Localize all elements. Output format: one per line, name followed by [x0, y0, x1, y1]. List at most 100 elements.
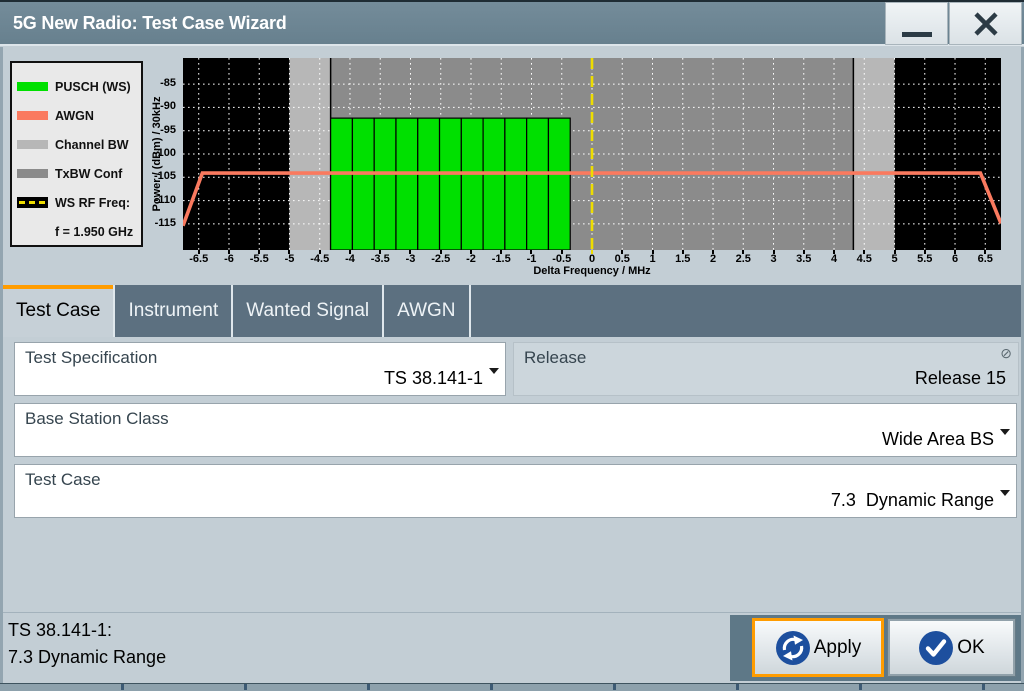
x-tick-label: 0.5 [605, 253, 639, 265]
x-tick-mark [591, 250, 593, 254]
legend-swatch-icon [17, 111, 48, 120]
x-tick-mark [742, 250, 744, 254]
x-tick-label: 3.5 [787, 253, 821, 265]
x-tick-mark [530, 250, 532, 254]
x-tick-label: -6.5 [182, 253, 216, 265]
test-case-dropdown[interactable]: Test Case 7.3 Dynamic Range [14, 464, 1017, 518]
ok-button-label: OK [957, 637, 984, 659]
x-tick-label: -0.5 [545, 253, 579, 265]
x-tick-label: -1 [514, 253, 548, 265]
title-bar: 5G New Radio: Test Case Wizard [0, 0, 1024, 46]
ok-button[interactable]: OK [888, 619, 1015, 676]
x-tick-label: -5.5 [242, 253, 276, 265]
base-station-class-label: Base Station Class [25, 409, 169, 429]
softkey-separator [736, 684, 739, 690]
x-tick-mark [682, 250, 684, 254]
window-title: 5G New Radio: Test Case Wizard [13, 2, 287, 44]
x-tick-label: -3.5 [363, 253, 397, 265]
footer-separator [0, 612, 1024, 613]
legend-item: WS RF Freq: [12, 188, 141, 217]
test-specification-label: Test Specification [25, 348, 157, 368]
chart-legend: PUSCH (WS) AWGN Channel BW TxBW Conf WS RF F… [10, 61, 143, 247]
legend-rf-frequency: f = 1.950 GHz [12, 217, 141, 246]
tab-instrument[interactable]: Instrument [115, 285, 233, 337]
legend-item: TxBW Conf [12, 159, 141, 188]
x-tick-label: -2 [454, 253, 488, 265]
x-tick-mark [803, 250, 805, 254]
x-tick-label: 2 [696, 253, 730, 265]
x-tick-label: -3 [393, 253, 427, 265]
readonly-icon: ⊘ [1000, 345, 1012, 362]
x-tick-mark [440, 250, 442, 254]
window-edge-left [0, 47, 3, 683]
x-tick-label: -5 [272, 253, 306, 265]
x-axis-title: Delta Frequency / MHz [492, 265, 692, 277]
test-case-value: 7.3 Dynamic Range [831, 490, 994, 511]
apply-button[interactable]: Apply [752, 618, 884, 677]
x-tick-label: 3 [757, 253, 791, 265]
legend-swatch-icon [17, 82, 48, 91]
x-tick-label: 6 [938, 253, 972, 265]
x-tick-mark [954, 250, 956, 254]
x-tick-label: 5 [878, 253, 912, 265]
x-tick-label: -4 [333, 253, 367, 265]
x-tick-label: 1 [636, 253, 670, 265]
rf-frequency-value: f = 1.950 GHz [55, 225, 133, 239]
y-tick-label: -115 [132, 217, 176, 229]
test-specification-dropdown[interactable]: Test Specification TS 38.141-1 [14, 342, 506, 396]
close-button[interactable] [949, 2, 1022, 45]
base-station-class-dropdown[interactable]: Base Station Class Wide Area BS [14, 403, 1017, 457]
x-tick-mark [863, 250, 865, 254]
x-tick-mark [621, 250, 623, 254]
x-tick-mark [349, 250, 351, 254]
apply-button-label: Apply [814, 637, 862, 659]
x-tick-mark [198, 250, 200, 254]
x-tick-label: 4 [817, 253, 851, 265]
release-field: Release Release 15 ⊘ [513, 342, 1019, 396]
x-tick-mark [712, 250, 714, 254]
y-tick-label: -90 [132, 100, 176, 112]
chevron-down-icon [1000, 490, 1010, 496]
softkey-separator [859, 684, 862, 690]
x-tick-mark [500, 250, 502, 254]
y-tick-label: -100 [132, 147, 176, 159]
x-tick-label: -6 [212, 253, 246, 265]
minimize-button[interactable] [885, 2, 948, 45]
x-tick-mark [319, 250, 321, 254]
tab-awgn[interactable]: AWGN [384, 285, 470, 337]
softkey-separator [982, 684, 985, 690]
legend-item: AWGN [12, 101, 141, 130]
tab-test-case[interactable]: Test Case [3, 285, 115, 337]
y-tick-label: -110 [132, 194, 176, 206]
spectrum-plot [183, 58, 1001, 250]
x-tick-mark [288, 250, 290, 254]
legend-swatch-icon [17, 197, 48, 208]
softkey-separator [613, 684, 616, 690]
x-tick-mark [833, 250, 835, 254]
chevron-down-icon [1000, 429, 1010, 435]
apply-refresh-icon [775, 630, 811, 666]
legend-items: PUSCH (WS) AWGN Channel BW TxBW Conf WS RF F… [12, 72, 141, 217]
x-tick-mark [379, 250, 381, 254]
x-tick-mark [228, 250, 230, 254]
x-tick-label: 2.5 [726, 253, 760, 265]
y-tick-label: -105 [132, 170, 176, 182]
y-tick-label: -95 [132, 124, 176, 136]
x-tick-label: 0 [575, 253, 609, 265]
x-tick-mark [652, 250, 654, 254]
legend-item-label: Channel BW [55, 138, 129, 152]
legend-swatch-icon [17, 140, 48, 149]
x-tick-label: 5.5 [908, 253, 942, 265]
close-icon [972, 10, 1000, 38]
chevron-down-icon [489, 368, 499, 374]
legend-item-label: WS RF Freq: [55, 196, 130, 210]
tab-wanted-signal[interactable]: Wanted Signal [233, 285, 384, 337]
x-tick-mark [894, 250, 896, 254]
x-tick-label: -2.5 [424, 253, 458, 265]
release-value: Release 15 [915, 368, 1006, 389]
legend-item-label: AWGN [55, 109, 94, 123]
softkey-separator [121, 684, 124, 690]
legend-item-label: PUSCH (WS) [55, 80, 131, 94]
x-tick-mark [561, 250, 563, 254]
status-line-2: 7.3 Dynamic Range [8, 644, 166, 671]
